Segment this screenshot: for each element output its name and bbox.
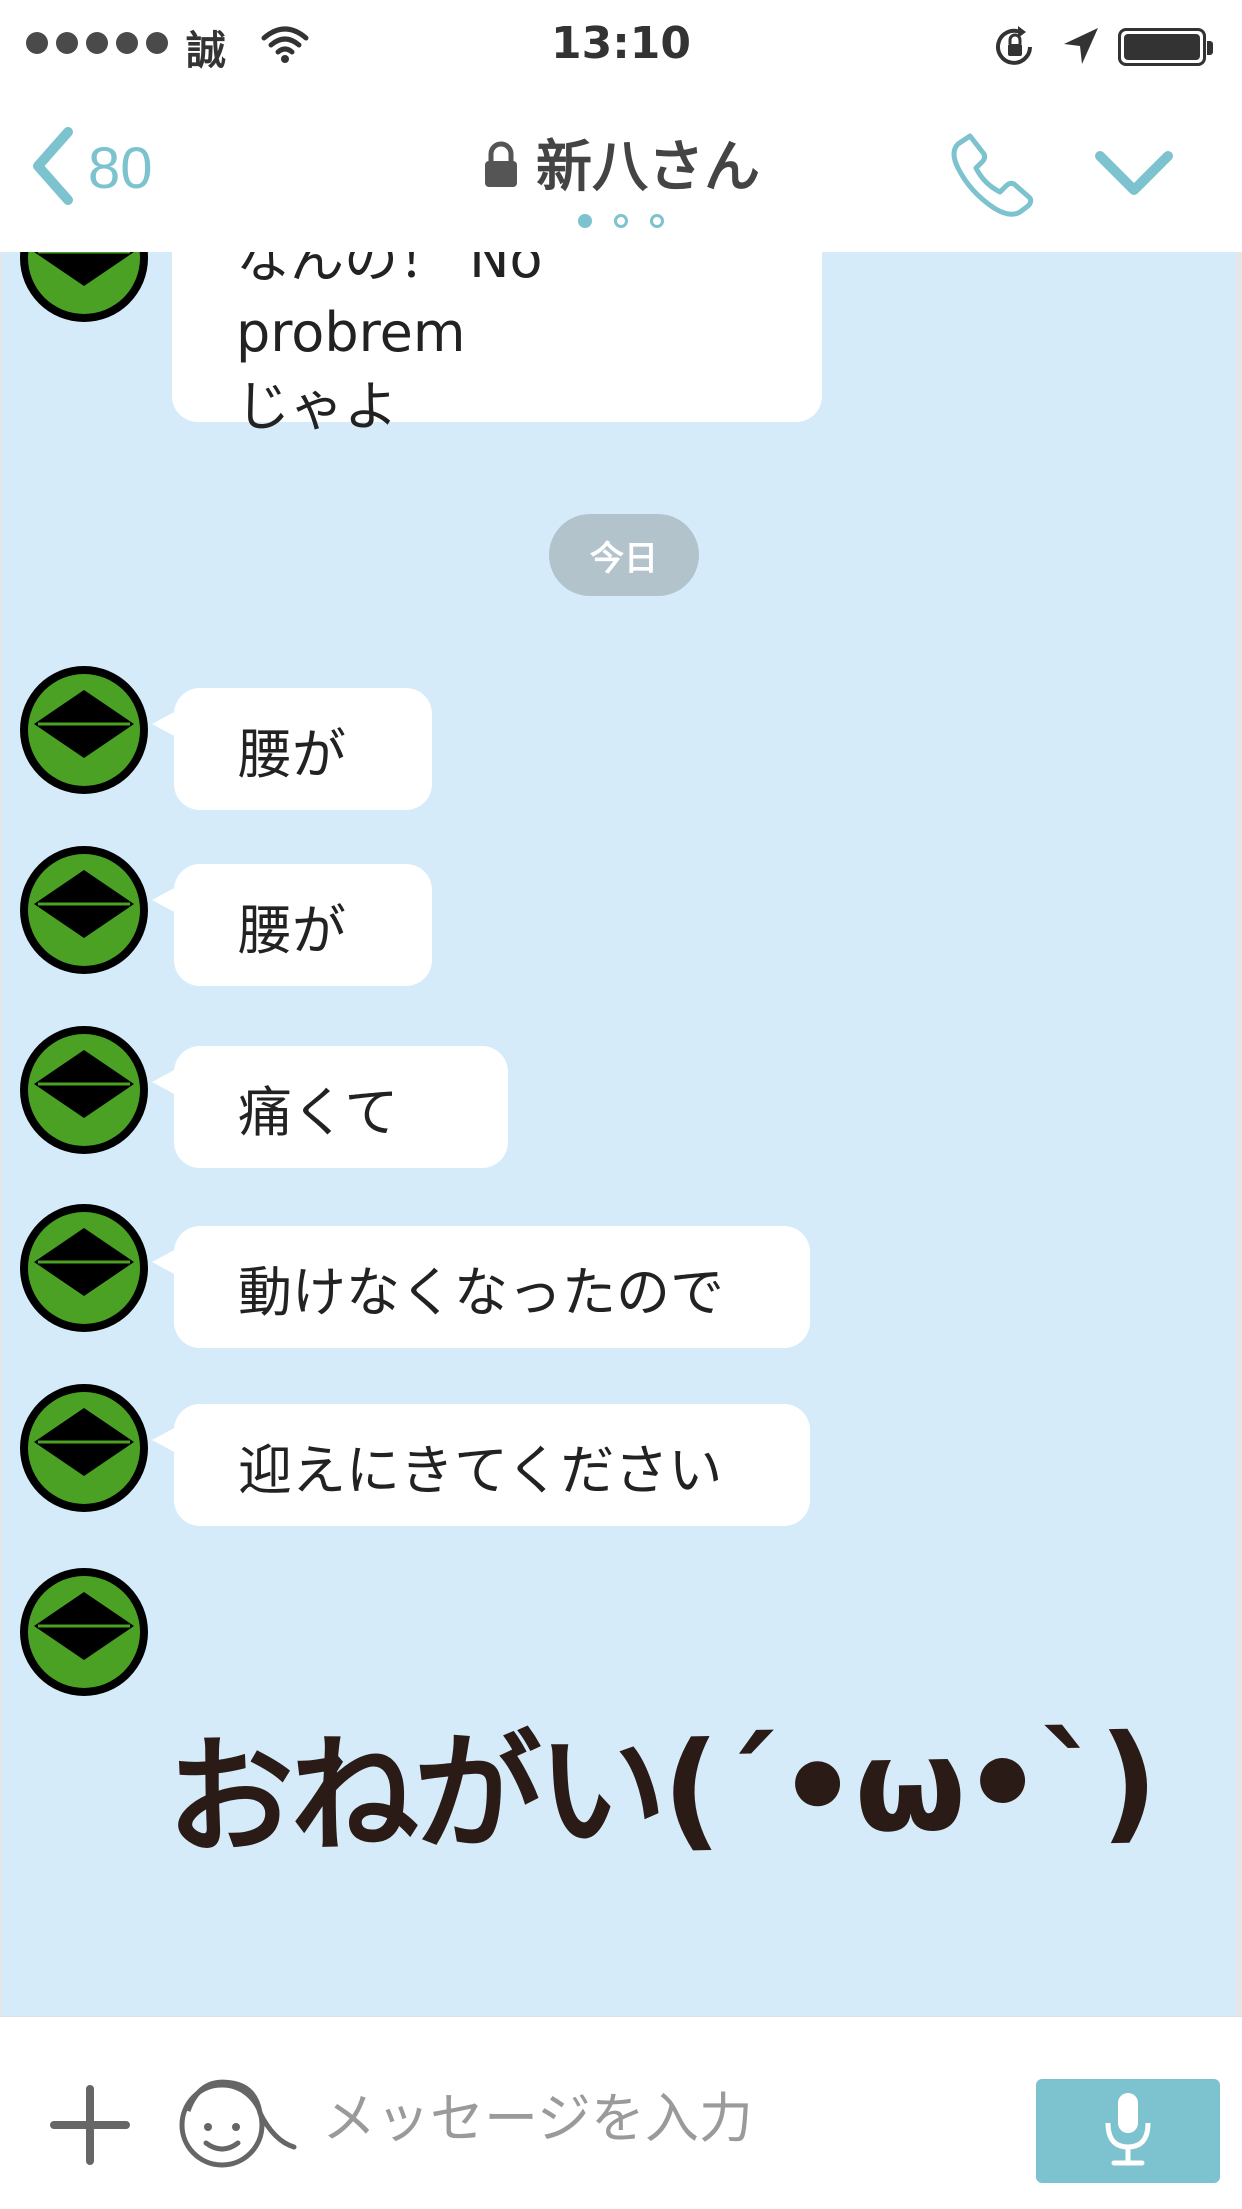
message-bubble[interactable]: 腰が (152, 688, 432, 810)
message-input-bar (0, 2016, 1242, 2209)
message-text: 腰が (238, 898, 346, 962)
sticker-message[interactable]: おねがい(´•ω•`) (164, 1677, 1155, 1879)
microphone-icon (1098, 2089, 1158, 2173)
rotation-lock-icon (990, 22, 1040, 76)
message-bubble[interactable]: 痛くて (152, 1046, 508, 1168)
phone-icon[interactable] (950, 128, 1038, 222)
status-bar: 誠 13:10 (0, 0, 1242, 96)
message-bubble[interactable]: 腰が (152, 864, 432, 986)
chat-title: 新八さん (536, 135, 760, 200)
page-title: 新八さん (0, 122, 1242, 203)
avatar[interactable] (20, 846, 148, 974)
chat-header: 80 新八さん (0, 96, 1242, 253)
message-text: 動けなくなったので (238, 1260, 724, 1324)
battery-icon (1118, 28, 1213, 66)
avatar[interactable] (20, 252, 148, 322)
emoji-face-icon[interactable] (170, 2071, 300, 2175)
message-text: 痛くて (238, 1080, 399, 1144)
plus-icon[interactable] (50, 2085, 130, 2169)
avatar[interactable] (20, 666, 148, 794)
voice-button[interactable] (1036, 2079, 1220, 2183)
clock: 13:10 (550, 18, 692, 69)
avatar[interactable] (20, 1384, 148, 1512)
message-text: 迎えにきてください (238, 1438, 723, 1502)
date-separator: 今日 (549, 514, 699, 596)
message-text: なんの！ No probrem じゃよ (236, 252, 543, 438)
avatar[interactable] (20, 1568, 148, 1696)
message-bubble[interactable]: 動けなくなったので (152, 1226, 810, 1348)
message-text: 腰が (238, 722, 346, 786)
lock-icon (482, 138, 520, 203)
message-bubble[interactable]: 迎えにきてください (152, 1404, 810, 1526)
avatar[interactable] (20, 1026, 148, 1154)
chat-area[interactable]: なんの！ No probrem じゃよ 今日 腰が 腰が 痛くて 動けなくなった… (0, 252, 1242, 2016)
page-indicator (0, 214, 1242, 228)
chevron-down-icon[interactable] (1094, 148, 1174, 204)
message-input[interactable] (320, 2079, 1004, 2157)
message-bubble[interactable]: なんの！ No probrem じゃよ (172, 252, 822, 438)
location-arrow-icon (1060, 24, 1102, 72)
avatar[interactable] (20, 1204, 148, 1332)
